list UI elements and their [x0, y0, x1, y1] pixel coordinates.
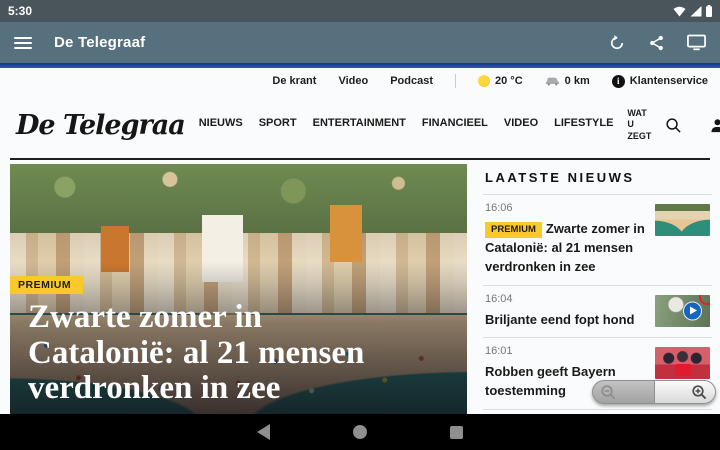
zoom-in-button[interactable]: [654, 380, 716, 404]
utility-bar: De krant Video Podcast 20 °C 0 km i Klan…: [0, 68, 720, 92]
android-nav-bar: [0, 414, 720, 450]
news-time: 16:04: [485, 292, 513, 305]
info-icon: i: [611, 74, 625, 88]
share-icon[interactable]: [648, 34, 665, 52]
hero-headline: Zwarte zomer in Catalonië: al 21 mensen …: [28, 299, 365, 407]
zoom-out-button[interactable]: [592, 380, 654, 404]
premium-badge: PREMIUM: [485, 222, 542, 238]
customer-service-link[interactable]: i Klantenservice: [611, 74, 708, 88]
cast-screen-icon[interactable]: [687, 34, 706, 51]
news-thumbnail: [655, 294, 710, 327]
customer-service-label: Klantenservice: [629, 75, 708, 87]
app-title: De Telegraaf: [54, 34, 146, 51]
main-nav: NIEUWS SPORT ENTERTAINMENT FINANCIEEL VI…: [199, 117, 614, 133]
play-icon: [683, 301, 702, 321]
nav-sport[interactable]: SPORT: [259, 117, 297, 129]
car-icon: [545, 77, 559, 86]
link-podcast[interactable]: Podcast: [390, 75, 433, 87]
webview: De krant Video Podcast 20 °C 0 km i Klan…: [0, 68, 720, 414]
recents-button[interactable]: [450, 425, 463, 439]
latest-news-sidebar: LAATSTE NIEUWS 16:06 PREMIUM Zwarte zomer…: [483, 164, 712, 414]
android-status-bar: 5:30: [0, 0, 720, 22]
zoom-out-icon: [601, 384, 616, 399]
home-button[interactable]: [353, 425, 367, 439]
news-thumbnail: [655, 347, 710, 380]
news-item[interactable]: 16:04 Briljante eend fopt hond: [483, 284, 712, 338]
zoom-in-icon: [692, 384, 707, 399]
nav-financieel[interactable]: FINANCIEEL: [422, 117, 488, 129]
news-time: 16:06: [485, 202, 513, 214]
nav-video[interactable]: VIDEO: [504, 117, 538, 129]
refresh-icon[interactable]: [608, 34, 626, 52]
nav-lifestyle[interactable]: LIFESTYLE: [554, 117, 613, 129]
user-icon: [711, 118, 720, 132]
divider: [455, 74, 457, 88]
traffic-km: 0 km: [564, 75, 590, 87]
screen: 5:30 De Telegraaf De krant Video Podcast…: [0, 0, 720, 450]
link-de-krant[interactable]: De krant: [272, 75, 316, 87]
news-title: PREMIUM Zwarte zomer in Catalonië: al 21 …: [485, 221, 645, 274]
site-logo[interactable]: De Telegraa: [16, 110, 186, 141]
content: PREMIUM Zwarte zomer in Catalonië: al 21…: [0, 160, 720, 414]
masthead: De Telegraa NIEUWS SPORT ENTERTAINMENT F…: [0, 92, 720, 158]
nav-entertainment[interactable]: ENTERTAINMENT: [313, 117, 406, 129]
menu-icon[interactable]: [14, 36, 32, 49]
nav-nieuws[interactable]: NIEUWS: [199, 117, 243, 129]
weather-widget[interactable]: 20 °C: [478, 75, 523, 87]
back-button[interactable]: [257, 424, 270, 440]
news-time: 16:01: [485, 345, 513, 358]
login-button[interactable]: Inloggen: [710, 118, 720, 133]
weather-temp: 20 °C: [495, 75, 523, 87]
clock: 5:30: [8, 4, 33, 18]
signal-icon: [690, 5, 702, 16]
news-thumbnail: [655, 204, 710, 236]
traffic-widget[interactable]: 0 km: [545, 75, 590, 87]
sidebar-title: LAATSTE NIEUWS: [485, 170, 635, 185]
status-icons: [673, 5, 712, 17]
zoom-controls: [592, 380, 716, 404]
news-item[interactable]: 16:06 PREMIUM Zwarte zomer in Catalonië: …: [483, 194, 712, 285]
battery-icon: [706, 5, 712, 17]
nav-wat-u-zegt[interactable]: WAT U ZEGT: [627, 108, 651, 142]
wifi-icon: [673, 6, 686, 16]
sun-icon: [478, 75, 491, 87]
app-toolbar: De Telegraaf: [0, 22, 720, 63]
premium-badge: PREMIUM: [10, 276, 84, 294]
link-video[interactable]: Video: [338, 75, 368, 87]
news-title: Briljante eend fopt hond: [485, 311, 635, 327]
search-icon[interactable]: [665, 117, 682, 134]
hero-article[interactable]: PREMIUM Zwarte zomer in Catalonië: al 21…: [10, 164, 467, 414]
site-accent-bar: [0, 63, 720, 68]
